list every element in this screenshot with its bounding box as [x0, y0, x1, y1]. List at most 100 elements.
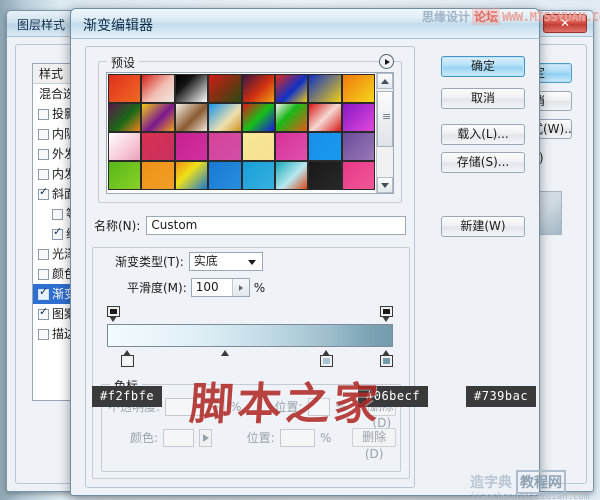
preset-swatch[interactable]: [242, 103, 275, 132]
color-stop-handle[interactable]: [121, 350, 134, 368]
preset-swatch[interactable]: [108, 74, 141, 103]
preset-swatch[interactable]: [208, 132, 241, 161]
color-label: 颜色:: [130, 429, 158, 446]
gradient-editor-save-button[interactable]: 存储(S)...: [441, 152, 525, 173]
chevron-down-icon: [248, 260, 256, 265]
presets-scrollbar[interactable]: [376, 73, 393, 193]
preset-swatch[interactable]: [308, 132, 341, 161]
preset-swatch[interactable]: [108, 132, 141, 161]
checkbox-icon[interactable]: [38, 129, 49, 140]
preset-swatch[interactable]: [141, 161, 174, 190]
gradient-midpoint-handle[interactable]: [221, 350, 229, 356]
gradient-type-label: 渐变类型(T):: [115, 253, 184, 270]
checkbox-icon[interactable]: [38, 169, 49, 180]
opacity-stop-handle[interactable]: [380, 306, 393, 323]
color-stop-tooltip-3: #739bac: [466, 386, 536, 407]
preset-swatch[interactable]: [175, 74, 208, 103]
checkbox-icon[interactable]: [52, 229, 63, 240]
checkbox-icon[interactable]: [38, 249, 49, 260]
gradient-settings-group: 渐变类型(T): 实底 平滑度(M): 100 %: [92, 247, 410, 479]
smoothness-spin-icon[interactable]: [232, 279, 249, 296]
checkbox-icon[interactable]: [38, 189, 49, 200]
preset-swatch[interactable]: [275, 74, 308, 103]
checkbox-icon[interactable]: [38, 329, 49, 340]
checkbox-icon[interactable]: [52, 209, 63, 220]
preset-swatch[interactable]: [108, 103, 141, 132]
opacity-stop-handle[interactable]: [107, 306, 120, 323]
opacity-stop-fill: [383, 309, 390, 314]
layer-style-title: 图层样式: [17, 16, 65, 33]
preset-swatch[interactable]: [208, 161, 241, 190]
gradient-preview-bar[interactable]: [107, 324, 393, 347]
gradient-type-select[interactable]: 实底: [189, 252, 263, 271]
scroll-down-icon[interactable]: [377, 177, 393, 193]
preset-swatch[interactable]: [175, 161, 208, 190]
opacity-stop-fill: [110, 309, 117, 314]
presets-swatch-panel[interactable]: [106, 72, 394, 194]
preset-swatch[interactable]: [342, 132, 375, 161]
preset-swatch[interactable]: [108, 161, 141, 190]
preset-swatch[interactable]: [141, 103, 174, 132]
color-delete-button[interactable]: 删除(D): [352, 428, 396, 447]
preset-swatch[interactable]: [208, 103, 241, 132]
preset-swatch[interactable]: [242, 74, 275, 103]
preset-swatch[interactable]: [342, 161, 375, 190]
watermark-bottom-tag: 教程网: [516, 470, 566, 494]
checkbox-icon[interactable]: [38, 109, 49, 120]
scrollbar-thumb[interactable]: [377, 91, 393, 147]
preset-swatch[interactable]: [208, 74, 241, 103]
gradient-editor-cancel-button[interactable]: 取消: [441, 88, 525, 109]
color-stop-row: 颜色: 位置: % 删除(D): [108, 428, 396, 447]
presets-menu-icon[interactable]: [379, 54, 394, 69]
gradient-editor-new-button[interactable]: 新建(W): [441, 216, 525, 237]
preset-swatch-grid[interactable]: [107, 73, 376, 193]
preset-swatch[interactable]: [141, 132, 174, 161]
opacity-spin-icon[interactable]: [208, 399, 224, 415]
smoothness-stepper[interactable]: 100: [191, 278, 250, 297]
watermark-bottom: 造字典 教程网 jiaochengzhazidian.com: [470, 470, 589, 500]
preset-swatch[interactable]: [275, 103, 308, 132]
gradient-editor-main-panel: 预设 名称(N): Custom: [85, 46, 415, 488]
preset-swatch[interactable]: [342, 103, 375, 132]
gradient-name-input[interactable]: Custom: [146, 216, 406, 235]
preset-swatch[interactable]: [308, 103, 341, 132]
watermark-top-url: WWW.MISSYUAN.COM: [500, 10, 600, 24]
gradient-name-label: 名称(N):: [94, 217, 140, 234]
watermark-bottom-url: jiaochengzhazidian.com: [470, 492, 589, 500]
color-position-input[interactable]: [280, 429, 315, 447]
opacity-position-percent: %: [335, 400, 346, 414]
scroll-up-icon[interactable]: [377, 73, 393, 89]
preset-swatch[interactable]: [175, 103, 208, 132]
checkbox-icon[interactable]: [38, 149, 49, 160]
smoothness-value[interactable]: 100: [192, 279, 232, 296]
checkbox-icon[interactable]: [38, 269, 49, 280]
preset-swatch[interactable]: [308, 161, 341, 190]
preset-swatch[interactable]: [275, 161, 308, 190]
preset-swatch[interactable]: [242, 161, 275, 190]
opacity-stepper[interactable]: [165, 398, 225, 416]
color-dropdown-icon[interactable]: [199, 429, 211, 447]
opacity-percent-label: %: [230, 400, 241, 414]
preset-swatch[interactable]: [242, 132, 275, 161]
watermark-bottom-site: 造字典: [470, 472, 512, 492]
gradient-editor-ok-button[interactable]: 确定: [441, 56, 525, 77]
presets-group: 预设: [98, 61, 402, 203]
gradient-editor-load-button[interactable]: 载入(L)...: [441, 124, 525, 145]
preset-swatch[interactable]: [308, 74, 341, 103]
preset-swatch[interactable]: [275, 132, 308, 161]
watermark-top-site: 思缘设计: [420, 8, 472, 25]
gradient-editor-title: 渐变编辑器: [83, 15, 153, 35]
opacity-position-input[interactable]: [308, 398, 331, 416]
preset-swatch[interactable]: [175, 132, 208, 161]
color-stop-tooltip-2: #06becf: [358, 386, 428, 407]
preset-swatch[interactable]: [342, 74, 375, 103]
checkbox-icon[interactable]: [38, 289, 49, 300]
color-stop-handle[interactable]: [320, 350, 333, 368]
color-swatch-button[interactable]: [163, 429, 194, 447]
opacity-value[interactable]: [166, 399, 208, 415]
opacity-stop-pointer: [109, 316, 117, 322]
preset-swatch[interactable]: [141, 74, 174, 103]
watermark-top: 思缘设计 论坛 WWW.MISSYUAN.COM: [420, 8, 600, 25]
checkbox-icon[interactable]: [38, 309, 49, 320]
color-stop-handle[interactable]: [380, 350, 393, 368]
